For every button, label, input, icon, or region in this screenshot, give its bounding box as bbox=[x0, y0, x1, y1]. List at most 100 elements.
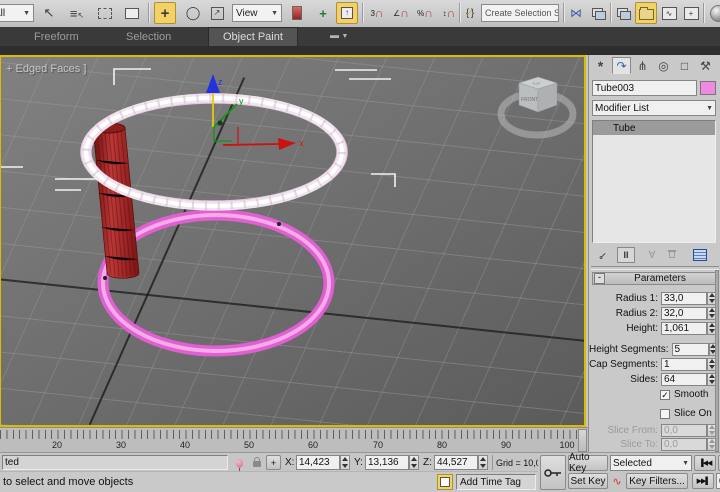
modifier-stack[interactable]: Tube bbox=[592, 120, 716, 243]
align-button[interactable] bbox=[588, 2, 608, 24]
mirror-button[interactable]: ⋈ bbox=[566, 2, 586, 24]
panel-divider bbox=[591, 266, 719, 270]
height-segments-input[interactable]: 5 bbox=[672, 343, 709, 356]
keyboard-shortcut-override-button[interactable]: ↑ bbox=[336, 2, 358, 24]
set-key-button[interactable]: Set Key bbox=[568, 473, 608, 489]
isolate-icon bbox=[440, 477, 450, 487]
use-pivot-point-center-button[interactable] bbox=[286, 2, 308, 24]
sides-input[interactable]: 64 bbox=[661, 373, 707, 386]
snap-toggle-3d-button[interactable]: 3∩ bbox=[366, 2, 388, 24]
selection-filter-dropdown[interactable]: All▼ bbox=[0, 4, 34, 22]
configure-modifier-sets-button[interactable] bbox=[691, 247, 709, 263]
coord-x-input[interactable]: 14,423 bbox=[296, 455, 340, 470]
default-in-out-tangents-button[interactable]: ∿ bbox=[610, 474, 624, 488]
reference-coordinate-dropdown[interactable]: View▼ bbox=[232, 4, 282, 22]
select-and-rotate-button[interactable]: ◯ bbox=[182, 2, 204, 24]
add-time-tag-field[interactable]: Add Time Tag bbox=[456, 474, 536, 490]
viewcube[interactable]: TOP FRONT bbox=[501, 77, 573, 135]
param-row-slice-to: Slice To: 0,0 bbox=[589, 437, 717, 451]
schematic-view-button[interactable]: + bbox=[681, 2, 701, 24]
pin-stack-button[interactable]: ⊸ bbox=[593, 247, 611, 263]
auto-key-button[interactable]: Auto Key bbox=[568, 455, 608, 471]
key-filters-button[interactable]: Key Filters... bbox=[626, 473, 688, 489]
scene-canvas: z y x TOP FRONT bbox=[1, 57, 585, 425]
smooth-checkbox[interactable]: ✓ bbox=[660, 390, 670, 400]
window-crossing-toggle-button[interactable] bbox=[121, 2, 143, 24]
height-input[interactable]: 1,061 bbox=[661, 322, 707, 335]
toolbar-separator bbox=[362, 3, 363, 23]
modifier-list-dropdown[interactable]: Modifier List ▼ bbox=[592, 100, 716, 116]
spinner-snap-toggle-button[interactable]: ↕∩ bbox=[438, 2, 460, 24]
key-mode-dropdown[interactable]: Selected ▼ bbox=[610, 455, 692, 471]
slice-on-checkbox[interactable] bbox=[660, 409, 670, 419]
show-end-result-button[interactable]: II bbox=[617, 247, 635, 263]
chevron-down-icon: ▼ bbox=[268, 10, 278, 17]
select-object-button[interactable]: ↖ bbox=[38, 2, 60, 24]
magnet-icon: ∩ bbox=[400, 8, 409, 18]
material-editor-button[interactable] bbox=[707, 2, 720, 24]
timeline-end-cap bbox=[578, 429, 587, 452]
xref-notification-button[interactable] bbox=[232, 456, 246, 470]
coord-x-spinner[interactable] bbox=[340, 455, 350, 470]
display-panel-tab[interactable]: □ bbox=[675, 57, 694, 74]
slice-from-input[interactable]: 0,0 bbox=[661, 424, 707, 437]
angle-snap-toggle-button[interactable]: ∠∩ bbox=[390, 2, 412, 24]
panel-scrollbar[interactable] bbox=[715, 270, 719, 452]
current-frame-field[interactable]: 0 bbox=[716, 473, 720, 489]
curve-editor-button[interactable]: ∿ bbox=[659, 2, 679, 24]
coord-y-input[interactable]: 13,136 bbox=[365, 455, 409, 470]
perspective-viewport[interactable]: + Edged Faces ] bbox=[0, 55, 586, 427]
select-and-move-button[interactable]: + bbox=[154, 2, 176, 24]
coord-y-spinner[interactable] bbox=[409, 455, 419, 470]
edit-named-selection-sets-button[interactable]: {∕} bbox=[461, 2, 479, 24]
graphite-ribbon-toggle-button[interactable] bbox=[635, 2, 657, 24]
absolute-mode-toggle[interactable]: + bbox=[266, 455, 281, 470]
key-mode-toggle-button[interactable] bbox=[540, 455, 566, 490]
slice-to-input[interactable]: 0,0 bbox=[661, 438, 707, 451]
tube-object-pink[interactable] bbox=[103, 215, 329, 351]
selection-lock-toggle[interactable] bbox=[250, 454, 264, 470]
utilities-icon: ⚒ bbox=[700, 59, 711, 73]
create-panel-tab[interactable]: * bbox=[591, 57, 610, 74]
percent-snap-toggle-button[interactable]: %∩ bbox=[414, 2, 436, 24]
modifier-stack-item-tube[interactable]: Tube bbox=[593, 121, 715, 135]
go-to-start-button[interactable]: ▐◀◀ bbox=[694, 455, 716, 471]
cylinder-object-red[interactable] bbox=[93, 123, 139, 278]
lock-icon bbox=[253, 461, 261, 467]
make-unique-button[interactable]: ∀ bbox=[643, 247, 661, 263]
move-cross-icon: + bbox=[161, 5, 170, 22]
schematic-icon: + bbox=[684, 7, 699, 20]
layer-manager-button[interactable] bbox=[613, 2, 633, 24]
ribbon-minimize-button[interactable]: ▬ ▼ bbox=[330, 30, 348, 40]
radius2-input[interactable]: 32,0 bbox=[661, 307, 707, 320]
rectangular-selection-region-button[interactable] bbox=[94, 2, 116, 24]
named-selection-set-dropdown[interactable]: Create Selection Se▼ bbox=[481, 4, 559, 22]
modify-panel-tab[interactable]: ↷ bbox=[612, 57, 631, 74]
rollout-collapse-button[interactable]: - bbox=[594, 273, 605, 284]
utilities-panel-tab[interactable]: ⚒ bbox=[696, 57, 715, 74]
tab-selection[interactable]: Selection bbox=[112, 27, 185, 46]
coord-z-spinner[interactable] bbox=[478, 455, 488, 470]
parameters-rollout-header[interactable]: - Parameters bbox=[592, 272, 716, 285]
toolbar-separator bbox=[148, 3, 149, 23]
select-and-scale-button[interactable]: ↗ bbox=[206, 2, 228, 24]
select-and-manipulate-button[interactable]: + bbox=[312, 2, 334, 24]
select-by-name-button[interactable]: ≡↖ bbox=[66, 2, 88, 24]
cap-segments-input[interactable]: 1 bbox=[661, 358, 707, 371]
coord-z-input[interactable]: 44,527 bbox=[434, 455, 478, 470]
motion-panel-tab[interactable]: ◎ bbox=[654, 57, 673, 74]
isolate-selection-toggle[interactable] bbox=[437, 474, 453, 490]
main-toolbar: All▼ ↖ ≡↖ + ◯ ↗ View▼ + ↑ 3∩ ∠∩ %∩ ↕∩ {∕… bbox=[0, 0, 720, 28]
timeline-ruler[interactable]: 20 30 40 50 60 70 80 90 100 bbox=[0, 427, 588, 453]
tab-object-paint[interactable]: Object Paint bbox=[208, 27, 298, 46]
manipulate-cross-icon: + bbox=[319, 6, 327, 21]
hierarchy-panel-tab[interactable]: ⋔ bbox=[633, 57, 652, 74]
go-to-end-button[interactable]: ▶▶▌ bbox=[692, 473, 714, 489]
object-name-field[interactable]: Tube003 bbox=[592, 80, 697, 96]
radius1-input[interactable]: 33,0 bbox=[661, 292, 707, 305]
tab-freeform[interactable]: Freeform bbox=[20, 27, 93, 46]
end-result-icon: II bbox=[623, 250, 628, 260]
object-color-swatch[interactable] bbox=[700, 81, 716, 95]
remove-modifier-button[interactable]: ⊔ bbox=[663, 247, 681, 263]
tangent-curve-icon: ∿ bbox=[612, 475, 621, 488]
